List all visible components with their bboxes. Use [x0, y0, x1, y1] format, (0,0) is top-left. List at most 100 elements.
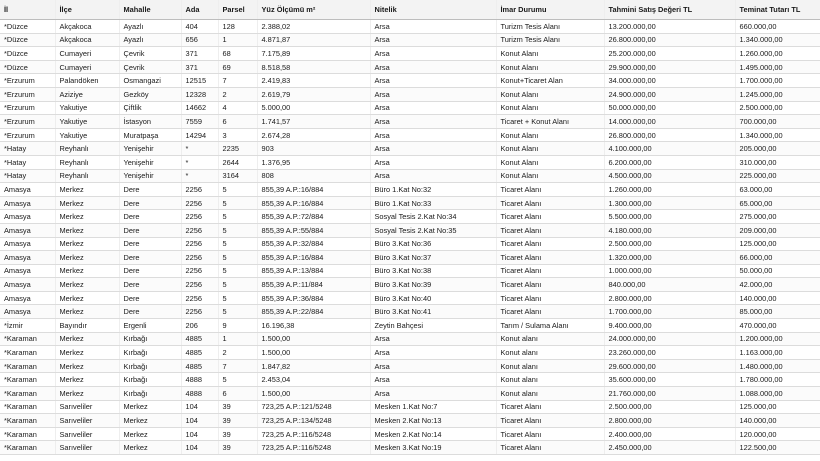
cell-il: *Karaman — [0, 440, 55, 455]
cell-teminat-tutari: 140.000,00 — [734, 291, 820, 306]
cell-imar-durumu: Ticaret Alanı — [495, 223, 604, 238]
cell-parsel: 5 — [217, 291, 257, 306]
column-header-teminat-tutari: Teminat Tutarı TL — [734, 0, 820, 20]
cell-ilce: Reyhanlı — [54, 155, 119, 170]
cell-yuz-olcumu: 2.388,02 — [256, 19, 370, 34]
cell-parsel: 2 — [217, 87, 257, 102]
cell-yuz-olcumu: 16.196,38 — [256, 318, 370, 333]
cell-mahalle: Çevrik — [118, 46, 181, 61]
cell-mahalle: Ayazlı — [118, 33, 181, 48]
cell-mahalle: Kırbağı — [118, 386, 181, 401]
cell-satis-degeri: 840.000,00 — [603, 277, 735, 292]
cell-mahalle: Dere — [118, 250, 181, 265]
cell-teminat-tutari: 1.088.000,00 — [734, 386, 820, 401]
cell-il: *Karaman — [0, 345, 55, 360]
table-row: *Karaman Merkez Kırbağı 4888 5 2.453,04 Arsa Ko… — [0, 372, 820, 388]
cell-parsel: 5 — [217, 277, 257, 292]
property-table: İl İlçe Mahalle Ada Parsel Yüz Ölçümü m²… — [0, 0, 820, 455]
cell-yuz-olcumu: 855,39 A.P.:22/884 — [256, 304, 370, 320]
cell-yuz-olcumu: 723,25 A.P.:116/5248 — [256, 440, 370, 455]
cell-il: Amasya — [0, 291, 55, 306]
cell-nitelik: Mesken 3.Kat No:19 — [369, 440, 496, 455]
cell-imar-durumu: Konut Alanı — [495, 155, 604, 170]
cell-satis-degeri: 1.300.000,00 — [603, 196, 735, 211]
cell-parsel: 5 — [217, 182, 257, 197]
cell-yuz-olcumu: 855,39 A.P.:13/884 — [256, 264, 370, 279]
cell-ilce: Merkez — [54, 196, 119, 211]
cell-nitelik: Büro 3.Kat No:38 — [369, 264, 496, 279]
cell-ilce: Merkez — [54, 250, 119, 265]
cell-ada: 4885 — [180, 345, 218, 360]
cell-teminat-tutari: 310.000,00 — [734, 155, 820, 170]
cell-ilce: Akçakoca — [54, 33, 119, 48]
cell-mahalle: Dere — [118, 291, 181, 306]
cell-ilce: Sarıveliler — [54, 413, 119, 428]
cell-ilce: Yakutiye — [54, 128, 119, 143]
cell-nitelik: Arsa — [369, 114, 496, 129]
cell-teminat-tutari: 205.000,00 — [734, 141, 820, 156]
cell-teminat-tutari: 2.500.000,00 — [734, 101, 820, 116]
cell-il: Amasya — [0, 277, 55, 292]
cell-yuz-olcumu: 8.518,58 — [256, 60, 370, 75]
cell-ilce: Akçakoca — [54, 19, 119, 34]
cell-il: *Erzurum — [0, 73, 55, 88]
cell-satis-degeri: 1.260.000,00 — [603, 182, 735, 197]
cell-mahalle: Yenişehir — [118, 155, 181, 170]
table-row: *Erzurum Yakutiye İstasyon 7559 6 1.741,57 Ars… — [0, 114, 820, 129]
cell-parsel: 1 — [217, 33, 257, 48]
cell-ada: 2256 — [180, 291, 218, 306]
table-row: *Düzce Cumayeri Çevrik 371 69 8.518,58 Arsa Kon… — [0, 60, 820, 75]
cell-parsel: 3164 — [217, 169, 257, 184]
cell-nitelik: Arsa — [369, 169, 496, 184]
table-row: *Erzurum Aziziye Gezköy 12328 2 2.619,79 Arsa K… — [0, 87, 820, 102]
cell-nitelik: Büro 3.Kat No:36 — [369, 237, 496, 252]
cell-teminat-tutari: 120.000,00 — [734, 427, 820, 442]
cell-parsel: 5 — [217, 250, 257, 265]
table-row: Amasya Merkez Dere 2256 5 855,39 A.P.:16/884 B… — [0, 250, 820, 265]
cell-ilce: Bayındır — [54, 318, 119, 333]
cell-parsel: 1 — [217, 332, 257, 347]
cell-ilce: Palandöken — [54, 73, 119, 88]
cell-nitelik: Arsa — [369, 19, 496, 34]
cell-mahalle: Yenişehir — [118, 169, 181, 184]
column-header-yuz-olcumu: Yüz Ölçümü m² — [256, 0, 370, 20]
cell-satis-degeri: 1.000.000,00 — [603, 264, 735, 279]
cell-ilce: Yakutiye — [54, 114, 119, 129]
cell-yuz-olcumu: 855,39 A.P.:32/884 — [256, 237, 370, 252]
cell-teminat-tutari: 50.000,00 — [734, 264, 820, 279]
cell-mahalle: Merkez — [118, 413, 181, 428]
cell-imar-durumu: Ticaret Alanı — [495, 291, 604, 306]
cell-nitelik: Büro 3.Kat No:40 — [369, 291, 496, 306]
cell-satis-degeri: 21.760.000,00 — [603, 386, 735, 401]
cell-teminat-tutari: 225.000,00 — [734, 169, 820, 184]
cell-ada: 404 — [180, 19, 218, 34]
cell-satis-degeri: 24.900.000,00 — [603, 87, 735, 102]
cell-teminat-tutari: 125.000,00 — [734, 400, 820, 415]
cell-il: *Karaman — [0, 359, 55, 374]
cell-parsel: 39 — [217, 427, 257, 442]
cell-nitelik: Sosyal Tesis 2.Kat No:35 — [369, 223, 496, 238]
cell-il: Amasya — [0, 264, 55, 279]
cell-ada: 12515 — [180, 73, 218, 88]
cell-il: Amasya — [0, 196, 55, 211]
cell-nitelik: Büro 1.Kat No:32 — [369, 182, 496, 197]
cell-ada: 2256 — [180, 237, 218, 252]
cell-ilce: Reyhanlı — [54, 169, 119, 184]
cell-teminat-tutari: 1.495.000,00 — [734, 60, 820, 75]
cell-ada: 2256 — [180, 182, 218, 197]
cell-yuz-olcumu: 855,39 A.P.:16/884 — [256, 250, 370, 265]
cell-il: *İzmir — [0, 318, 55, 333]
cell-satis-degeri: 2.500.000,00 — [603, 237, 735, 252]
cell-teminat-tutari: 275.000,00 — [734, 209, 820, 224]
cell-parsel: 7 — [217, 73, 257, 88]
cell-ilce: Yakutiye — [54, 101, 119, 116]
table-body: *Düzce Akçakoca Ayazlı 404 128 2.388,02 Arsa Tu… — [0, 19, 820, 455]
cell-il: *Karaman — [0, 413, 55, 428]
cell-imar-durumu: Ticaret Alanı — [495, 196, 604, 211]
cell-ada: 206 — [180, 318, 218, 333]
cell-imar-durumu: Konut Alanı — [495, 101, 604, 116]
cell-ilce: Merkez — [54, 332, 119, 347]
cell-yuz-olcumu: 723,25 A.P.:116/5248 — [256, 427, 370, 442]
cell-satis-degeri: 23.260.000,00 — [603, 345, 735, 360]
cell-parsel: 6 — [217, 114, 257, 129]
